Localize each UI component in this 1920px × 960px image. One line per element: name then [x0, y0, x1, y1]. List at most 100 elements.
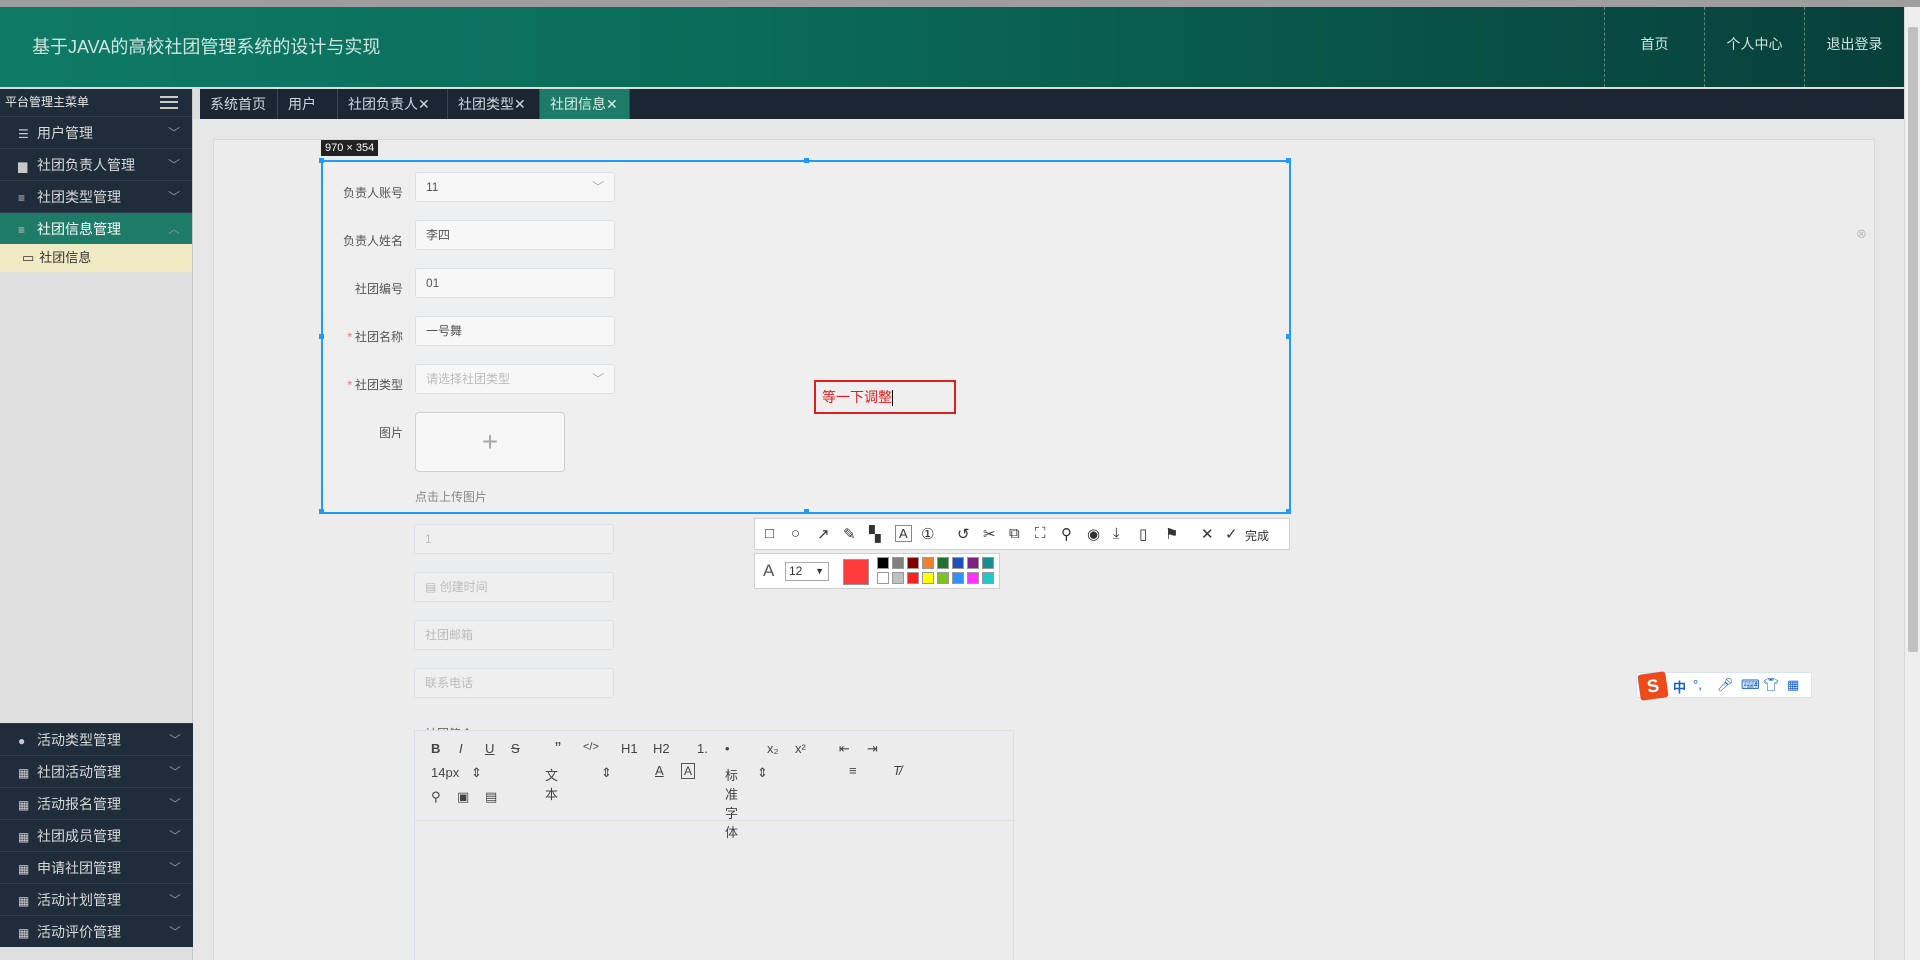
club-name-input[interactable]: 一号舞: [415, 316, 615, 346]
number-icon[interactable]: ①: [921, 525, 934, 543]
close-icon[interactable]: ✕: [606, 96, 618, 112]
sidebar-item-club-types[interactable]: ≡ 社团类型管理 ﹀: [0, 180, 192, 212]
rectangle-icon[interactable]: □: [765, 525, 774, 542]
text-color-icon[interactable]: A: [655, 763, 664, 778]
color-swatch[interactable]: [937, 572, 949, 584]
h2-button[interactable]: H2: [653, 741, 670, 756]
scissors-icon[interactable]: ✂: [983, 525, 996, 543]
arrow-icon[interactable]: ↗: [817, 525, 830, 543]
superscript-button[interactable]: x²: [795, 741, 806, 756]
translate-icon[interactable]: ⧉: [1009, 525, 1020, 542]
bookmark-icon[interactable]: ⚑: [1165, 525, 1178, 543]
resize-handle[interactable]: [804, 158, 809, 163]
paragraph-select[interactable]: 文本 ⇕: [545, 765, 612, 802]
italic-button[interactable]: I: [459, 741, 463, 756]
keyboard-icon[interactable]: ⌨: [1741, 677, 1760, 693]
done-button[interactable]: 完成: [1245, 527, 1269, 544]
resize-handle[interactable]: [1286, 509, 1291, 514]
color-swatch[interactable]: [892, 557, 904, 569]
close-circle-icon[interactable]: ⊗: [1856, 226, 1867, 242]
nav-home[interactable]: 首页: [1604, 7, 1704, 87]
close-icon[interactable]: ✕: [514, 96, 526, 112]
color-swatch[interactable]: [937, 557, 949, 569]
subscript-button[interactable]: x₂: [767, 741, 779, 756]
color-swatch[interactable]: [907, 557, 919, 569]
image-icon[interactable]: ▣: [457, 789, 469, 805]
code-button[interactable]: </>: [583, 741, 599, 753]
download-icon[interactable]: ⤓: [1113, 525, 1120, 542]
code-input[interactable]: 01: [415, 268, 615, 298]
close-icon[interactable]: ✕: [1201, 525, 1214, 543]
pen-icon[interactable]: ✎: [843, 525, 856, 543]
page-scrollbar[interactable]: [1904, 7, 1920, 960]
bold-button[interactable]: B: [431, 741, 440, 756]
color-swatch[interactable]: [892, 572, 904, 584]
color-swatch[interactable]: [907, 572, 919, 584]
mic-icon[interactable]: 🎤︎: [1717, 677, 1734, 693]
scan-icon[interactable]: ⛶: [1035, 525, 1046, 542]
skin-icon[interactable]: 👕︎: [1763, 677, 1780, 693]
sidebar-item-activity-types[interactable]: ● 活动类型管理 ﹀: [0, 723, 193, 755]
color-swatch[interactable]: [967, 572, 979, 584]
font-size-select[interactable]: 14px ⇕: [431, 765, 482, 781]
sidebar-item-users[interactable]: ☰ 用户管理 ﹀: [0, 116, 192, 148]
scrollbar-thumb[interactable]: [1908, 27, 1918, 652]
mosaic-icon[interactable]: ▚: [869, 525, 881, 543]
tab-users[interactable]: 用户✕: [278, 89, 338, 142]
toolbox-icon[interactable]: ▦: [1787, 677, 1799, 693]
resize-handle[interactable]: [319, 509, 324, 514]
resize-handle[interactable]: [319, 158, 324, 163]
created-input[interactable]: ▤ 创建时间: [414, 572, 614, 602]
ordered-list-button[interactable]: 1.: [697, 741, 708, 756]
color-swatch[interactable]: [922, 572, 934, 584]
sidebar-item-club-info[interactable]: ≡ 社团信息管理 ︿: [0, 212, 192, 244]
tab-club-types[interactable]: 社团类型✕: [448, 89, 540, 119]
underline-button[interactable]: U: [485, 741, 494, 756]
color-swatch[interactable]: [952, 557, 964, 569]
align-icon[interactable]: ≡: [849, 763, 857, 778]
bullet-list-button[interactable]: •: [725, 741, 730, 756]
color-swatch[interactable]: [877, 557, 889, 569]
sidebar-item-applications[interactable]: ▦ 申请社团管理 ﹀: [0, 851, 193, 883]
sidebar-item-reviews[interactable]: ▦ 活动评价管理 ﹀: [0, 915, 193, 947]
resize-handle[interactable]: [804, 509, 809, 514]
circle-icon[interactable]: ○: [791, 525, 800, 542]
image-upload[interactable]: +: [415, 412, 565, 472]
color-swatch[interactable]: [982, 572, 994, 584]
tab-club-info[interactable]: 社团信息✕: [540, 89, 630, 119]
outdent-icon[interactable]: ⇤: [839, 741, 850, 757]
ime-mode[interactable]: 中: [1673, 677, 1686, 696]
email-input[interactable]: 社团邮箱: [414, 620, 614, 650]
record-icon[interactable]: ◉: [1087, 525, 1100, 543]
nav-profile[interactable]: 个人中心: [1704, 7, 1804, 87]
sidebar-item-leaders[interactable]: ▆ 社团负责人管理 ﹀: [0, 148, 192, 180]
color-swatch[interactable]: [982, 557, 994, 569]
current-color[interactable]: [843, 559, 869, 585]
pin-icon[interactable]: ⚲: [1061, 525, 1072, 543]
account-select[interactable]: 11 ﹀: [415, 172, 615, 202]
tab-leaders[interactable]: 社团负责人✕: [338, 89, 448, 119]
phone-icon[interactable]: ▯: [1139, 525, 1147, 543]
undo-icon[interactable]: ↺: [957, 525, 970, 543]
sidebar-subitem-club-info[interactable]: ▭ 社团信息: [0, 244, 192, 272]
text-tool-icon[interactable]: A: [895, 525, 912, 542]
sidebar-item-club-activities[interactable]: ▦ 社团活动管理 ﹀: [0, 755, 193, 787]
color-swatch[interactable]: [952, 572, 964, 584]
color-swatch[interactable]: [967, 557, 979, 569]
nav-logout[interactable]: 退出登录: [1804, 7, 1904, 87]
resize-handle[interactable]: [1286, 158, 1291, 163]
color-swatch[interactable]: [877, 572, 889, 584]
leader-name-input[interactable]: 李四: [415, 220, 615, 250]
link-icon[interactable]: ⚲: [431, 789, 441, 805]
annotation-text-box[interactable]: 等一下调整: [814, 380, 956, 414]
quote-button[interactable]: ”: [555, 739, 561, 760]
background-color-icon[interactable]: A: [681, 763, 696, 779]
font-family-select[interactable]: 标准字体 ⇕: [725, 765, 768, 840]
screenshot-selection[interactable]: 970 × 354 负责人账号 11 ﹀ 负责人姓名 李四 社团编号 01 * 社团…: [319, 140, 1291, 514]
h1-button[interactable]: H1: [621, 741, 638, 756]
rich-text-editor[interactable]: B I U S ” </> H1 H2 1. • x₂ x² ⇤ ⇥ 14px ⇕…: [414, 730, 1014, 960]
close-icon[interactable]: ✕: [418, 96, 430, 112]
video-icon[interactable]: ▤: [485, 789, 497, 805]
count-input[interactable]: 1: [414, 524, 614, 554]
sidebar-item-plans[interactable]: ▦ 活动计划管理 ﹀: [0, 883, 193, 915]
